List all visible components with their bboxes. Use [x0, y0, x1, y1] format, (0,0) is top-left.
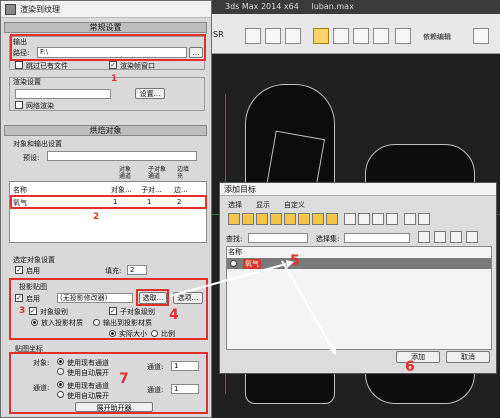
annotation-arrows: [169, 260, 336, 355]
